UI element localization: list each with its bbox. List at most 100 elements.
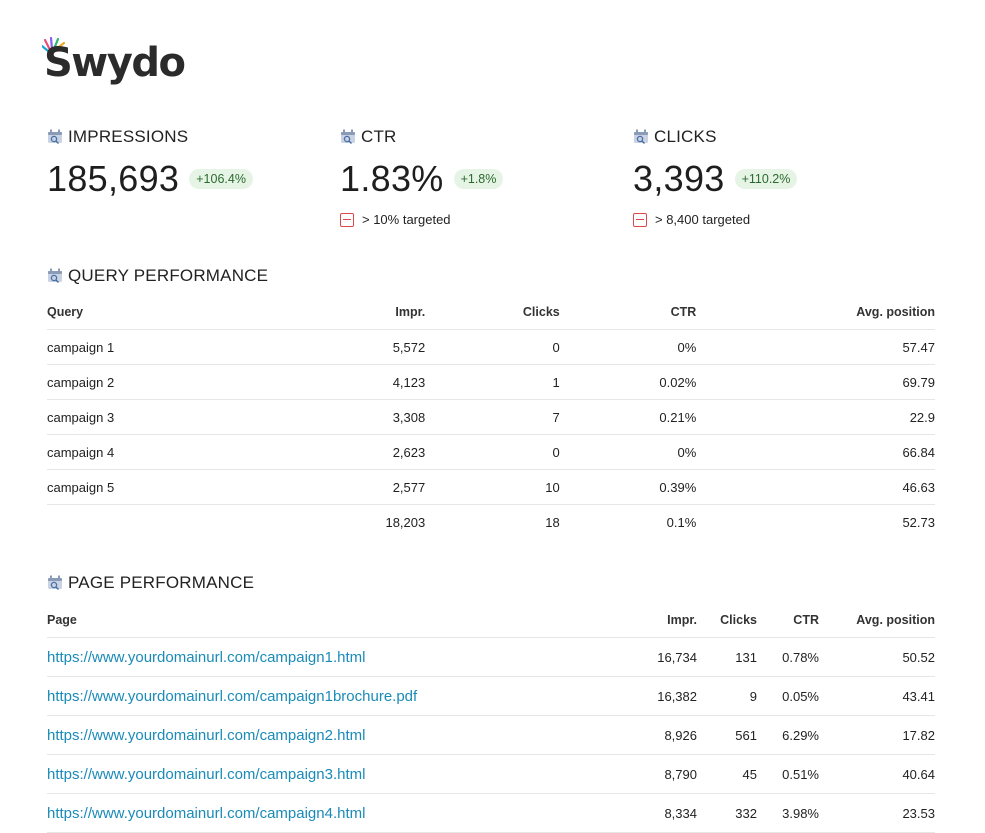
column-header-impressions[interactable]: Impr. xyxy=(289,295,426,330)
google-search-console-icon xyxy=(48,129,62,145)
table-row: campaign 2 4,123 1 0.02% 69.79 xyxy=(47,364,935,400)
avg-position-cell: 22.9 xyxy=(696,399,935,435)
kpi-impressions: IMPRESSIONS 185,693 +106.4% xyxy=(47,126,307,200)
table-row: https://www.yourdomainurl.com/campaign1b… xyxy=(47,676,935,716)
kpi-title: CLICKS xyxy=(654,127,717,146)
impressions-cell: 16,734 xyxy=(637,637,697,677)
section-title-query-performance: QUERY PERFORMANCE xyxy=(47,266,268,286)
query-cell: campaign 4 xyxy=(47,434,290,470)
total-impressions-cell: 18,203 xyxy=(385,514,426,530)
clicks-cell: 332 xyxy=(697,793,757,833)
clicks-cell: 0 xyxy=(425,329,560,365)
change-badge: +106.4% xyxy=(189,169,253,189)
avg-position-cell: 57.47 xyxy=(696,329,935,365)
clicks-cell: 0 xyxy=(425,434,560,470)
page-cell: https://www.yourdomainurl.com/campaign4.… xyxy=(47,793,637,833)
avg-position-cell: 69.79 xyxy=(696,364,935,400)
page-performance-table: Page Impr. Clicks CTR Avg. position http… xyxy=(47,602,935,833)
target-not-met-icon xyxy=(633,212,647,227)
column-header-ctr[interactable]: CTR xyxy=(559,295,697,330)
table-row: https://www.yourdomainurl.com/campaign4.… xyxy=(47,793,935,833)
ctr-cell: 3.98% xyxy=(757,793,819,833)
avg-position-cell: 43.41 xyxy=(819,676,935,716)
column-header-clicks[interactable]: Clicks xyxy=(697,602,757,638)
page-link[interactable]: https://www.yourdomainurl.com/campaign2.… xyxy=(47,727,365,744)
google-search-console-icon xyxy=(634,129,648,145)
kpi-value: 1.83% xyxy=(340,158,444,199)
page-link[interactable]: https://www.yourdomainurl.com/campaign4.… xyxy=(47,805,365,822)
total-ctr-cell: 0.1% xyxy=(666,514,697,530)
clicks-cell: 561 xyxy=(697,715,757,755)
query-performance-table: Query Impr. Clicks CTR Avg. position cam… xyxy=(47,295,935,539)
table-row: https://www.yourdomainurl.com/campaign1.… xyxy=(47,637,935,677)
page-cell: https://www.yourdomainurl.com/campaign2.… xyxy=(47,715,637,755)
column-header-ctr[interactable]: CTR xyxy=(757,602,819,638)
impressions-cell: 2,577 xyxy=(289,469,426,505)
page-cell: https://www.yourdomainurl.com/campaign1b… xyxy=(47,676,637,716)
column-header-avg-position[interactable]: Avg. position xyxy=(696,295,935,330)
table-total-row: 18,203 18 0.1% 52.73 xyxy=(47,505,935,540)
target-indicator: > 10% targeted xyxy=(340,212,600,227)
brand-logo: Swydo xyxy=(42,36,186,92)
total-label-cell xyxy=(47,505,290,540)
kpi-title: CTR xyxy=(361,127,397,146)
query-cell: campaign 3 xyxy=(47,399,290,435)
google-search-console-icon xyxy=(48,268,62,284)
column-header-clicks[interactable]: Clicks xyxy=(425,295,560,330)
kpi-value: 185,693 xyxy=(47,158,180,199)
impressions-cell: 16,382 xyxy=(637,676,697,716)
impressions-cell: 8,334 xyxy=(637,793,697,833)
ctr-cell: 0.05% xyxy=(757,676,819,716)
target-not-met-icon xyxy=(340,212,354,227)
query-cell: campaign 5 xyxy=(47,469,290,505)
clicks-cell: 7 xyxy=(425,399,560,435)
table-row: https://www.yourdomainurl.com/campaign2.… xyxy=(47,715,935,755)
total-avg-position-cell: 52.73 xyxy=(902,514,935,530)
page-link[interactable]: https://www.yourdomainurl.com/campaign3.… xyxy=(47,766,365,783)
column-header-impressions[interactable]: Impr. xyxy=(637,602,697,638)
ctr-cell: 0% xyxy=(559,329,697,365)
clicks-cell: 10 xyxy=(425,469,560,505)
clicks-cell: 9 xyxy=(697,676,757,716)
table-row: campaign 3 3,308 7 0.21% 22.9 xyxy=(47,399,935,435)
column-header-page[interactable]: Page xyxy=(47,602,637,638)
column-header-avg-position[interactable]: Avg. position xyxy=(819,602,935,638)
total-clicks-cell: 18 xyxy=(545,514,560,530)
target-indicator: > 8,400 targeted xyxy=(633,212,893,227)
section-title-text: QUERY PERFORMANCE xyxy=(68,266,269,285)
ctr-cell: 0.21% xyxy=(559,399,697,435)
ctr-cell: 0.02% xyxy=(559,364,697,400)
impressions-cell: 4,123 xyxy=(289,364,426,400)
impressions-cell: 3,308 xyxy=(289,399,426,435)
kpi-ctr: CTR 1.83% +1.8% > 10% targeted xyxy=(340,126,600,227)
impressions-cell: 8,926 xyxy=(637,715,697,755)
table-row: https://www.yourdomainurl.com/campaign3.… xyxy=(47,754,935,794)
kpi-clicks: CLICKS 3,393 +110.2% > 8,400 targeted xyxy=(633,126,893,227)
column-header-query[interactable]: Query xyxy=(47,295,290,330)
page-link[interactable]: https://www.yourdomainurl.com/campaign1b… xyxy=(47,688,417,705)
section-title-page-performance: PAGE PERFORMANCE xyxy=(47,573,254,593)
ctr-cell: 0.39% xyxy=(559,469,697,505)
ctr-cell: 0.78% xyxy=(757,637,819,677)
avg-position-cell: 46.63 xyxy=(696,469,935,505)
clicks-cell: 45 xyxy=(697,754,757,794)
change-badge: +1.8% xyxy=(453,169,504,189)
impressions-cell: 2,623 xyxy=(289,434,426,470)
page-cell: https://www.yourdomainurl.com/campaign1.… xyxy=(47,637,637,677)
change-badge: +110.2% xyxy=(734,169,798,189)
clicks-cell: 131 xyxy=(697,637,757,677)
section-title-text: PAGE PERFORMANCE xyxy=(68,573,255,592)
clicks-cell: 1 xyxy=(425,364,560,400)
target-label: > 8,400 targeted xyxy=(655,212,751,227)
impressions-cell: 8,790 xyxy=(637,754,697,794)
avg-position-cell: 50.52 xyxy=(819,637,935,677)
target-label: > 10% targeted xyxy=(362,212,451,227)
kpi-title: IMPRESSIONS xyxy=(68,127,189,146)
brand-wordmark: Swydo xyxy=(44,40,186,86)
page-link[interactable]: https://www.yourdomainurl.com/campaign1.… xyxy=(47,649,365,666)
table-row: campaign 4 2,623 0 0% 66.84 xyxy=(47,434,935,470)
google-search-console-icon xyxy=(341,129,355,145)
table-row: campaign 5 2,577 10 0.39% 46.63 xyxy=(47,469,935,505)
ctr-cell: 0% xyxy=(559,434,697,470)
avg-position-cell: 17.82 xyxy=(819,715,935,755)
